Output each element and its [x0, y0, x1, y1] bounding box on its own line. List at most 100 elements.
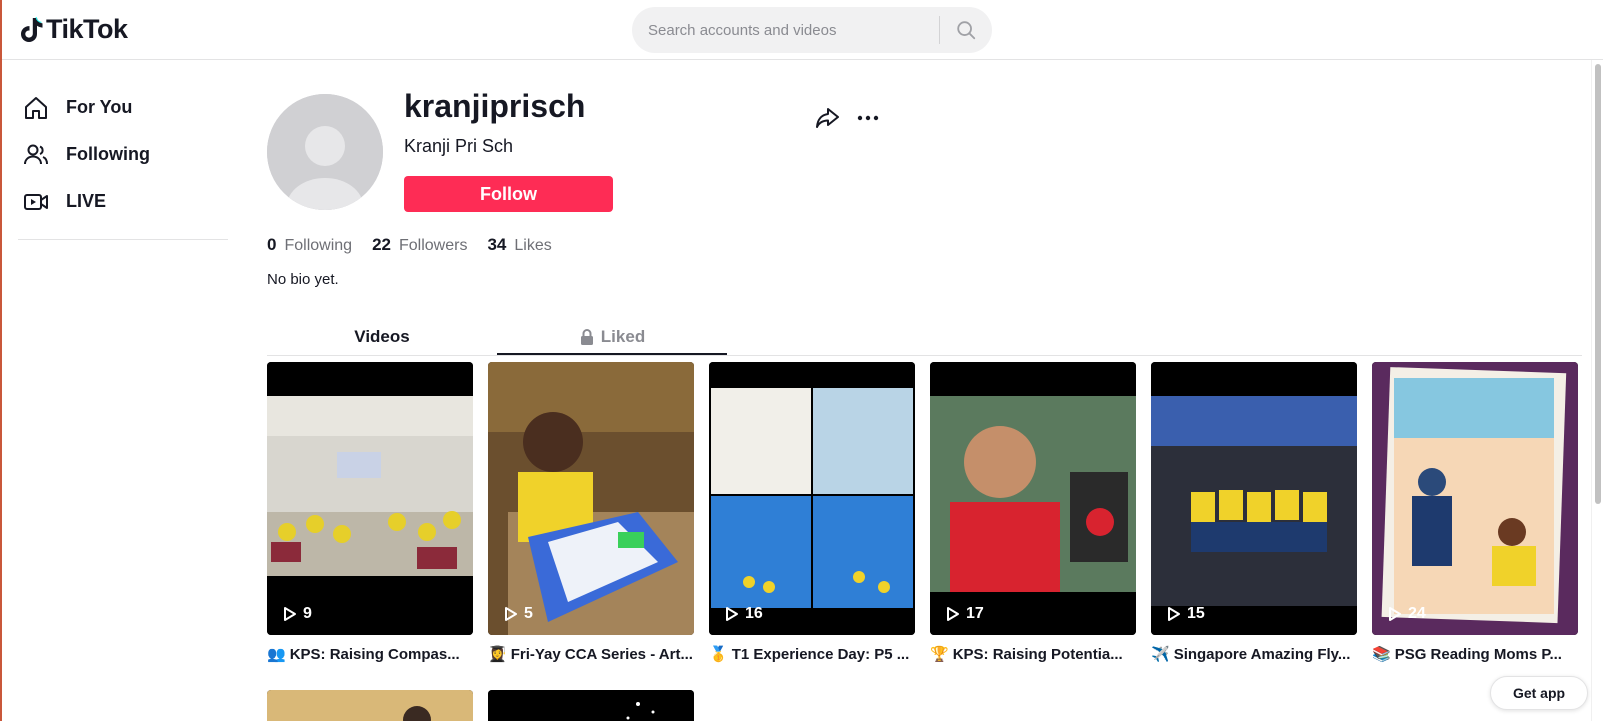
video-thumbnail[interactable]: 17	[930, 362, 1136, 635]
sidebar-item-label: For You	[66, 97, 133, 117]
view-count-value: 9	[303, 605, 312, 622]
caption-emoji: 🥇	[709, 646, 728, 663]
video-thumbnail[interactable]	[488, 690, 694, 721]
view-count: 17	[946, 605, 984, 623]
video-thumbnail-image	[488, 690, 694, 721]
video-thumbnail-image	[1372, 362, 1578, 635]
video-thumbnail[interactable]: 9	[267, 362, 473, 635]
followers-count: 22	[372, 235, 391, 254]
video-card[interactable]	[267, 690, 473, 721]
following-label: Following	[284, 237, 353, 254]
more-options-icon[interactable]	[854, 104, 882, 132]
profile-username: kranjiprisch	[404, 88, 586, 124]
view-count: 15	[1167, 605, 1205, 623]
play-icon	[1389, 607, 1401, 621]
caption-text: Fri-Yay CCA Series - Art...	[510, 646, 693, 663]
follow-button[interactable]: Follow	[404, 176, 613, 212]
live-icon	[24, 193, 48, 210]
search-bar	[632, 7, 992, 53]
search-input[interactable]	[632, 7, 939, 53]
tab-videos[interactable]: Videos	[267, 318, 497, 356]
view-count: 16	[725, 605, 763, 623]
search-button[interactable]	[940, 7, 992, 53]
likes-label: Likes	[514, 237, 552, 254]
video-caption[interactable]: 🏆 KPS: Raising Potentia...	[930, 645, 1136, 663]
video-thumbnail-image	[488, 362, 694, 635]
view-count-value: 5	[524, 605, 533, 622]
caption-text: PSG Reading Moms P...	[1394, 646, 1562, 663]
caption-emoji: 🏆	[930, 646, 949, 663]
stat-likes: 34 Likes	[487, 235, 551, 255]
default-avatar-icon	[267, 94, 383, 210]
video-thumbnail-image	[930, 362, 1136, 635]
tab-videos-label: Videos	[354, 327, 410, 346]
tab-liked[interactable]: Liked	[497, 318, 727, 356]
tab-active-indicator	[497, 353, 727, 355]
view-count-value: 16	[745, 605, 763, 622]
video-thumbnail[interactable]: 24	[1372, 362, 1578, 635]
profile-nickname: Kranji Pri Sch	[404, 136, 514, 156]
following-count: 0	[267, 235, 277, 254]
home-icon	[25, 96, 47, 119]
sidebar-item-live[interactable]: LIVE	[18, 178, 228, 225]
play-icon	[1168, 607, 1180, 621]
sidebar-divider	[18, 239, 228, 240]
sidebar-item-for-you[interactable]: For You	[18, 84, 228, 131]
video-card[interactable]	[488, 690, 694, 721]
share-icon[interactable]	[813, 104, 841, 132]
video-thumbnail[interactable]: 16	[709, 362, 915, 635]
view-count: 5	[504, 605, 533, 623]
video-card[interactable]: 9 👥 KPS: Raising Compas...	[267, 362, 473, 663]
caption-emoji: 👥	[267, 646, 286, 663]
video-caption[interactable]: ✈️ Singapore Amazing Fly...	[1151, 645, 1357, 663]
video-thumbnail-image	[267, 362, 473, 635]
video-card[interactable]: 17 🏆 KPS: Raising Potentia...	[930, 362, 1136, 663]
sidebar-item-following[interactable]: Following	[18, 131, 228, 178]
caption-text: T1 Experience Day: P5 ...	[731, 646, 910, 663]
sidebar-item-label: LIVE	[66, 191, 107, 211]
video-card[interactable]: 24 📚 PSG Reading Moms P...	[1372, 362, 1578, 663]
play-icon	[947, 607, 959, 621]
view-count-value: 24	[1408, 605, 1426, 622]
play-icon	[726, 607, 738, 621]
profile-stats: 0 Following 22 Followers 34 Likes	[267, 235, 552, 255]
sidebar-item-label: Following	[66, 144, 150, 164]
stat-followers[interactable]: 22 Followers	[372, 235, 467, 255]
scrollbar-thumb[interactable]	[1595, 64, 1601, 504]
view-count-value: 17	[966, 605, 984, 622]
caption-text: KPS: Raising Compas...	[289, 646, 460, 663]
video-card[interactable]: 15 ✈️ Singapore Amazing Fly...	[1151, 362, 1357, 663]
caption-text: Singapore Amazing Fly...	[1173, 646, 1351, 663]
search-icon	[957, 21, 976, 40]
play-icon	[505, 607, 517, 621]
get-app-button[interactable]: Get app	[1490, 676, 1588, 710]
play-icon	[284, 607, 296, 621]
video-thumbnail-image	[267, 690, 473, 721]
video-thumbnail[interactable]: 15	[1151, 362, 1357, 635]
tiktok-logo[interactable]: TikTok	[18, 14, 128, 45]
view-count: 24	[1388, 605, 1426, 623]
followers-label: Followers	[398, 237, 468, 254]
video-caption[interactable]: 👩‍🎓 Fri-Yay CCA Series - Art...	[488, 645, 694, 663]
video-card[interactable]: 16 🥇 T1 Experience Day: P5 ...	[709, 362, 915, 663]
caption-emoji: 📚	[1372, 646, 1391, 663]
video-thumbnail[interactable]	[267, 690, 473, 721]
video-thumbnail[interactable]: 5	[488, 362, 694, 635]
view-count: 9	[283, 605, 312, 623]
page-scrollbar[interactable]	[1591, 60, 1603, 721]
caption-emoji: ✈️	[1151, 646, 1170, 663]
sidebar: For You Following LIVE	[18, 84, 228, 240]
video-thumbnail-image	[1151, 362, 1357, 635]
users-icon	[24, 144, 48, 164]
stat-following[interactable]: 0 Following	[267, 235, 352, 255]
video-caption[interactable]: 👥 KPS: Raising Compas...	[267, 645, 473, 663]
avatar	[267, 94, 383, 210]
tiktok-logo-icon	[21, 16, 43, 42]
caption-emoji: 👩‍🎓	[488, 646, 507, 663]
logo-text: TikTok	[46, 14, 128, 44]
video-card[interactable]: 5 👩‍🎓 Fri-Yay CCA Series - Art...	[488, 362, 694, 663]
likes-count: 34	[487, 235, 507, 254]
video-caption[interactable]: 📚 PSG Reading Moms P...	[1372, 645, 1578, 663]
view-count-value: 15	[1187, 605, 1205, 622]
video-caption[interactable]: 🥇 T1 Experience Day: P5 ...	[709, 645, 915, 663]
